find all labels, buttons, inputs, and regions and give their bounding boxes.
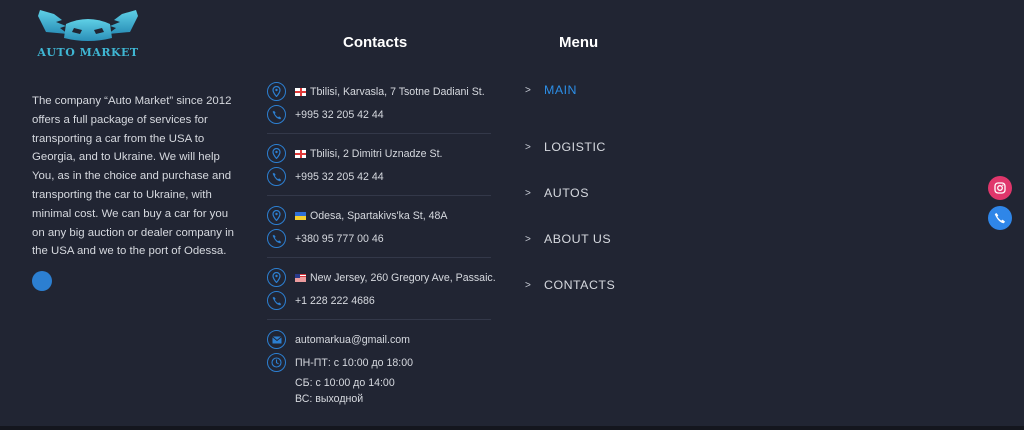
map-pin-icon [267, 206, 286, 225]
menu-item-label[interactable]: AUTOS [544, 186, 589, 200]
logo[interactable]: AUTO MARKET [32, 6, 144, 60]
address-row: Tbilisi, 2 Dimitri Uznadze St. [267, 142, 491, 165]
email-row[interactable]: automarkua@gmail.com [267, 328, 491, 351]
usa-flag-icon [295, 273, 306, 282]
phone-icon [267, 105, 286, 124]
social-link-icon[interactable] [32, 271, 52, 291]
address-row: New Jersey, 260 Gregory Ave, Passaic. [267, 266, 496, 289]
office-phone[interactable]: +995 32 205 42 44 [295, 171, 384, 183]
office-address: Tbilisi, Karvasla, 7 Tsotne Dadiani St. [310, 85, 485, 98]
instagram-icon [994, 182, 1006, 194]
menu-item-main[interactable]: > MAIN [525, 78, 615, 102]
menu-item-logistic[interactable]: > LOGISTIC [525, 124, 615, 170]
winged-car-logo-icon [38, 10, 138, 41]
envelope-icon [267, 330, 286, 349]
instagram-button[interactable] [988, 176, 1012, 200]
contacts-list: Tbilisi, Karvasla, 7 Tsotne Dadiani St. … [267, 78, 496, 420]
ukraine-flag-icon [295, 211, 306, 220]
phone-icon [994, 212, 1006, 224]
office-phone[interactable]: +1 228 222 4686 [295, 295, 375, 307]
email-hours-group: automarkua@gmail.com ПН-ПТ: с 10:00 до 1… [267, 326, 491, 414]
map-pin-icon [267, 144, 286, 163]
menu-heading: Menu [559, 34, 599, 51]
chevron-right-icon: > [525, 279, 531, 291]
chevron-right-icon: > [525, 141, 531, 153]
contacts-heading: Contacts [343, 34, 408, 51]
hours-weekend: СБ: с 10:00 до 14:00 ВС: выходной [295, 375, 491, 407]
chevron-right-icon: > [525, 187, 531, 199]
clock-icon [267, 353, 286, 372]
menu-item-contacts[interactable]: > CONTACTS [525, 262, 615, 308]
footer-bottom-divider [0, 426, 1024, 430]
office-entry: Tbilisi, Karvasla, 7 Tsotne Dadiani St. … [267, 78, 491, 134]
office-phone[interactable]: +995 32 205 42 44 [295, 109, 384, 121]
hours-weekdays: ПН-ПТ: с 10:00 до 18:00 [295, 356, 413, 369]
georgia-flag-icon [295, 87, 306, 96]
office-address: Odesa, Spartakivs'ka St, 48A [310, 209, 448, 222]
georgia-flag-icon [295, 149, 306, 158]
phone-row[interactable]: +380 95 777 00 46 [267, 227, 491, 250]
menu-item-label[interactable]: LOGISTIC [544, 140, 606, 154]
hours-row: ПН-ПТ: с 10:00 до 18:00 [267, 351, 491, 374]
address-row: Odesa, Spartakivs'ka St, 48A [267, 204, 491, 227]
phone-row[interactable]: +995 32 205 42 44 [267, 165, 491, 188]
menu-item-label[interactable]: CONTACTS [544, 278, 615, 292]
office-phone[interactable]: +380 95 777 00 46 [295, 233, 384, 245]
office-address: Tbilisi, 2 Dimitri Uznadze St. [310, 147, 443, 160]
hours-saturday: СБ: с 10:00 до 14:00 [295, 377, 395, 389]
office-entry: New Jersey, 260 Gregory Ave, Passaic. +1… [267, 264, 496, 320]
address-row: Tbilisi, Karvasla, 7 Tsotne Dadiani St. [267, 80, 491, 103]
company-description: The company “Auto Market” since 2012 off… [32, 95, 234, 258]
office-entry: Tbilisi, 2 Dimitri Uznadze St. +995 32 2… [267, 140, 491, 196]
email-link[interactable]: automarkua@gmail.com [295, 334, 410, 346]
menu-item-about-us[interactable]: > ABOUT US [525, 216, 615, 262]
menu-item-label[interactable]: MAIN [544, 83, 577, 97]
chevron-right-icon: > [525, 233, 531, 245]
logo-text: AUTO MARKET [37, 46, 139, 59]
phone-row[interactable]: +995 32 205 42 44 [267, 103, 491, 126]
map-pin-icon [267, 268, 286, 287]
menu-item-label[interactable]: ABOUT US [544, 232, 611, 246]
footer-menu: > MAIN > LOGISTIC > AUTOS > ABOUT US > C… [525, 78, 615, 308]
phone-icon [267, 229, 286, 248]
office-address: New Jersey, 260 Gregory Ave, Passaic. [310, 271, 496, 284]
phone-icon [267, 167, 286, 186]
phone-icon [267, 291, 286, 310]
menu-item-autos[interactable]: > AUTOS [525, 170, 615, 216]
office-entry: Odesa, Spartakivs'ka St, 48A +380 95 777… [267, 202, 491, 258]
chevron-right-icon: > [525, 84, 531, 96]
phone-row[interactable]: +1 228 222 4686 [267, 289, 491, 312]
call-button[interactable] [988, 206, 1012, 230]
map-pin-icon [267, 82, 286, 101]
hours-sunday: ВС: выходной [295, 393, 364, 405]
